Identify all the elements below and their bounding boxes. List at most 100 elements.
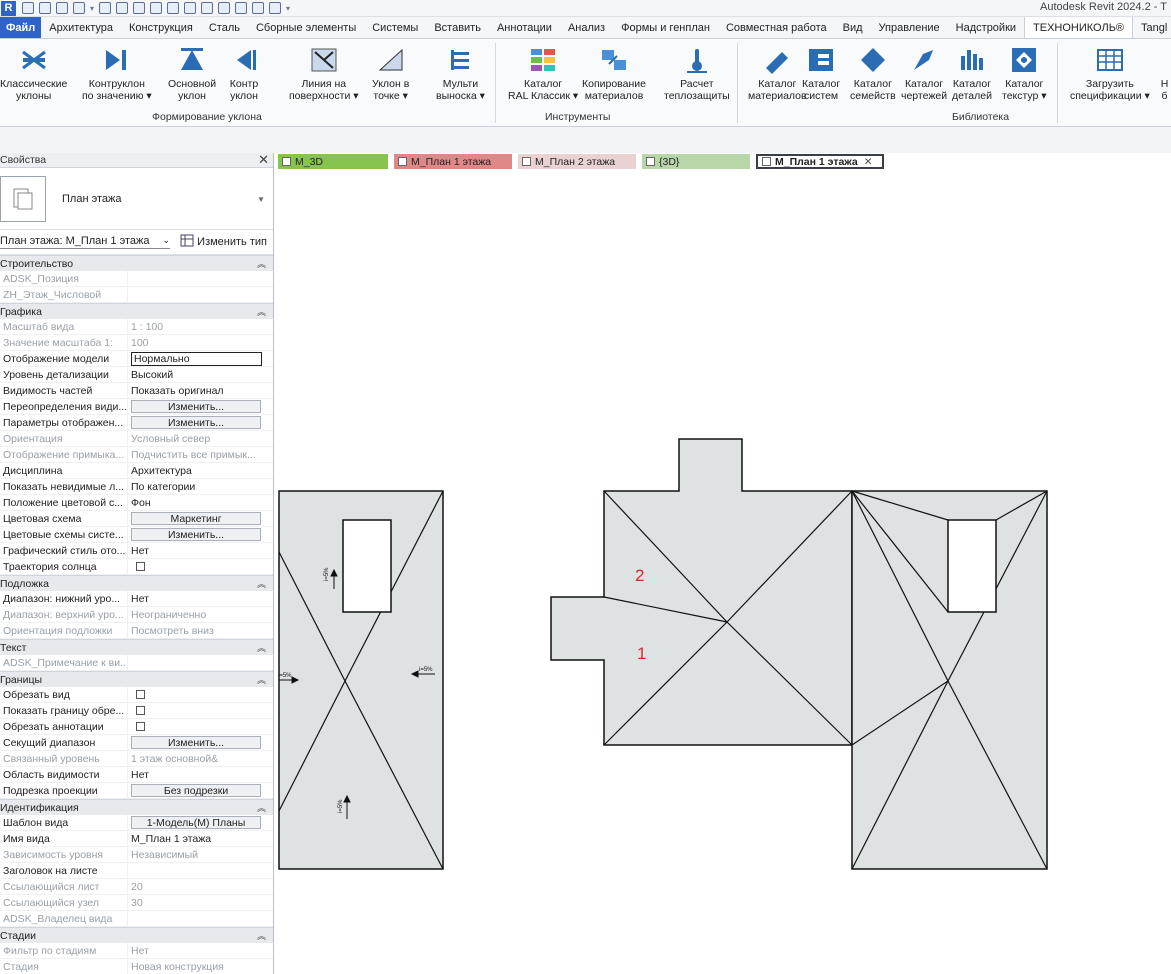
property-checkbox[interactable] — [136, 722, 145, 731]
collapse-icon[interactable]: ︽ — [257, 929, 266, 942]
thin-lines-icon[interactable] — [235, 2, 248, 14]
property-value-cell[interactable]: Высокий — [128, 367, 273, 382]
classic-slopes-button[interactable]: Классические уклоны — [0, 45, 67, 102]
cut-off-button[interactable]: Н б — [1158, 45, 1171, 102]
tab-systems[interactable]: Системы — [364, 17, 426, 38]
collapse-icon[interactable]: ︽ — [257, 305, 266, 318]
counter-slope-value-button[interactable]: Контруклон по значению ▾ — [82, 45, 152, 102]
property-button[interactable]: Изменить... — [131, 400, 261, 413]
property-value-cell[interactable] — [128, 719, 273, 734]
property-group-header[interactable]: Стадии ︽ — [0, 927, 273, 943]
point-slope-button[interactable]: Уклон в точке ▾ — [372, 45, 409, 102]
tab-collaborate[interactable]: Совместная работа — [718, 17, 835, 38]
copy-materials-button[interactable]: Копирование материалов — [582, 45, 646, 102]
tab-manage[interactable]: Управление — [871, 17, 948, 38]
property-value-cell[interactable]: По категории — [128, 479, 273, 494]
roof-center[interactable] — [550, 438, 853, 746]
close-hidden-icon[interactable] — [252, 2, 265, 14]
collapse-icon[interactable]: ︽ — [257, 641, 266, 654]
drawing-canvas[interactable]: i=5% i=5% i=5% i=5% 2 1 — [275, 171, 1171, 974]
materials-catalog-button[interactable]: Каталог материалов — [748, 45, 807, 102]
chevron-down-icon[interactable]: ▾ — [90, 4, 94, 13]
counter-button[interactable]: Контр уклон — [228, 45, 260, 102]
thermal-calc-button[interactable]: Расчет теплозащиты — [664, 45, 730, 102]
property-button[interactable]: 1-Модель(М) Планы — [131, 816, 261, 829]
drawings-catalog-button[interactable]: Каталог чертежей — [901, 45, 947, 102]
measure-icon[interactable] — [150, 2, 163, 14]
property-value-cell[interactable]: Показать оригинал — [128, 383, 273, 398]
families-catalog-button[interactable]: Каталог семейств — [850, 45, 896, 102]
tab-steel[interactable]: Сталь — [201, 17, 248, 38]
property-value-cell[interactable]: Изменить... — [128, 415, 273, 430]
home-icon[interactable] — [22, 2, 34, 14]
view-tab-plan-1-active[interactable]: М_План 1 этажа ✕ — [756, 154, 884, 169]
property-button[interactable]: Изменить... — [131, 528, 261, 541]
ral-catalog-button[interactable]: Каталог RAL Классик ▾ — [508, 45, 578, 102]
tab-massing-site[interactable]: Формы и генплан — [613, 17, 718, 38]
tab-annotate[interactable]: Аннотации — [489, 17, 560, 38]
property-checkbox[interactable] — [136, 706, 145, 715]
dimension-icon[interactable] — [167, 2, 180, 14]
save-icon[interactable] — [56, 2, 68, 14]
main-slope-button[interactable]: Основной уклон — [168, 45, 216, 102]
undo-icon[interactable] — [99, 2, 112, 14]
tab-analyze[interactable]: Анализ — [560, 17, 613, 38]
load-schedules-button[interactable]: Загрузить спецификации ▾ — [1070, 45, 1150, 102]
roof-opening-left[interactable] — [342, 519, 392, 613]
property-value-cell[interactable]: Без подрезки — [128, 783, 273, 798]
multi-leader-button[interactable]: Мульти выноска ▾ — [436, 45, 485, 102]
collapse-icon[interactable]: ︽ — [257, 257, 266, 270]
property-button[interactable]: Изменить... — [131, 736, 261, 749]
property-value-field[interactable]: Нормально — [131, 351, 262, 366]
property-value-cell[interactable]: Нет — [128, 543, 273, 558]
tab-technonicol[interactable]: ТЕХНОНИКОЛЬ® — [1024, 17, 1134, 38]
property-group-header[interactable]: Подложка ︽ — [0, 575, 273, 591]
tab-insert[interactable]: Вставить — [426, 17, 489, 38]
customize-icon[interactable]: ▾ — [286, 4, 290, 13]
tab-tangl[interactable]: Tangl — [1133, 17, 1171, 38]
section-icon[interactable] — [218, 2, 231, 14]
property-group-header[interactable]: Границы ︽ — [0, 671, 273, 687]
tab-structure[interactable]: Конструкция — [121, 17, 201, 38]
property-value-cell[interactable]: Фон — [128, 495, 273, 510]
property-value-cell[interactable] — [128, 863, 273, 878]
view-tab-plan-1[interactable]: М_План 1 этажа — [394, 154, 512, 169]
tab-addins[interactable]: Надстройки — [948, 17, 1024, 38]
property-value-cell[interactable]: Нет — [128, 591, 273, 606]
property-value-cell[interactable]: Изменить... — [128, 735, 273, 750]
chevron-down-icon[interactable]: ▼ — [257, 195, 265, 204]
surface-line-button[interactable]: Линия на поверхности ▾ — [289, 45, 359, 102]
redo-icon[interactable] — [116, 2, 129, 14]
type-selector[interactable]: План этажа ▼ — [0, 168, 273, 230]
property-value-cell[interactable]: Нормально — [128, 351, 273, 366]
view-tab-m-3d[interactable]: М_3D — [278, 154, 388, 169]
property-button[interactable]: Без подрезки — [131, 784, 261, 797]
property-value-cell[interactable]: Нет — [128, 767, 273, 782]
sync-icon[interactable] — [73, 2, 85, 14]
collapse-icon[interactable]: ︽ — [257, 577, 266, 590]
property-value-cell[interactable]: Архитектура — [128, 463, 273, 478]
tab-file[interactable]: Файл — [0, 17, 42, 38]
property-value-cell[interactable]: Маркетинг — [128, 511, 273, 526]
switch-windows-icon[interactable] — [269, 2, 282, 14]
tab-view[interactable]: Вид — [835, 17, 871, 38]
property-group-header[interactable]: Графика ︽ — [0, 303, 273, 319]
close-tab-icon[interactable]: ✕ — [864, 156, 873, 168]
property-value-cell[interactable]: 1-Модель(М) Планы — [128, 815, 273, 830]
property-value-cell[interactable] — [128, 703, 273, 718]
open-icon[interactable] — [39, 2, 51, 14]
property-checkbox[interactable] — [136, 690, 145, 699]
property-group-header[interactable]: Идентификация ︽ — [0, 799, 273, 815]
revit-logo-icon[interactable]: R — [1, 0, 16, 16]
collapse-icon[interactable]: ︽ — [257, 801, 266, 814]
property-value-cell[interactable]: Изменить... — [128, 399, 273, 414]
textures-catalog-button[interactable]: Каталог текстур ▾ — [1002, 45, 1047, 102]
instance-filter-dropdown[interactable]: План этажа: М_План 1 этажа ⌄ — [0, 235, 170, 249]
roof-opening-right[interactable] — [947, 519, 997, 613]
property-group-header[interactable]: Строительство ︽ — [0, 255, 273, 271]
property-value-cell[interactable] — [128, 559, 273, 574]
text-icon[interactable] — [184, 2, 197, 14]
print-icon[interactable] — [133, 2, 146, 14]
property-value-cell[interactable]: М_План 1 этажа — [128, 831, 273, 846]
details-catalog-button[interactable]: Каталог деталей — [952, 45, 992, 102]
